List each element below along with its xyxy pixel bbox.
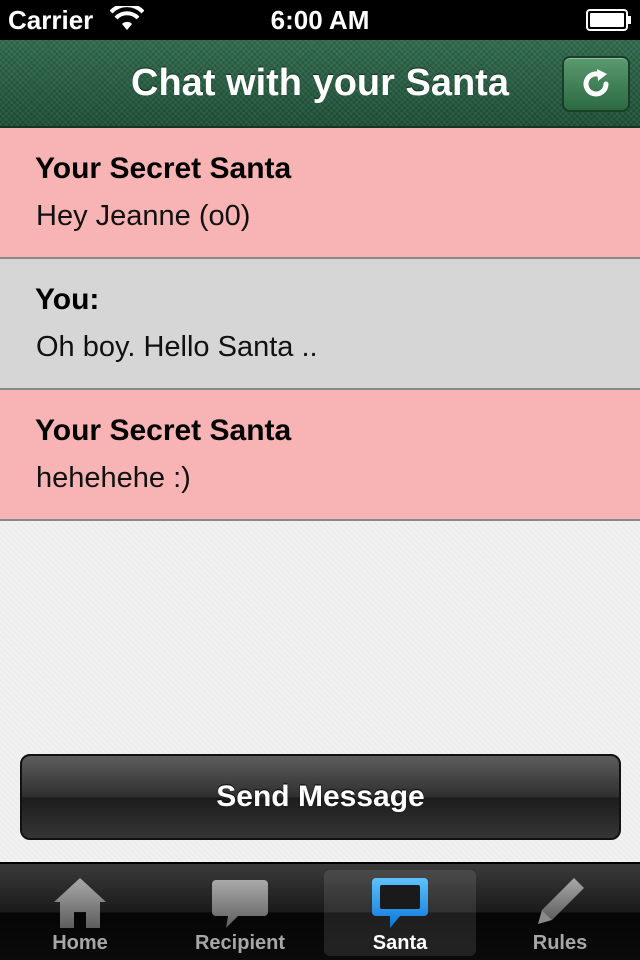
message-sender: You: (35, 283, 100, 316)
navigation-bar: Chat with your Santa (0, 40, 640, 128)
tab-label: Santa (372, 932, 428, 954)
message-text: Hey Jeanne (o0) (36, 200, 251, 232)
tab-bar: Home Recipient Santa Rules (0, 862, 640, 960)
chat-area: Your Secret Santa Hey Jeanne (o0) You: O… (0, 128, 640, 862)
pencil-icon (538, 878, 584, 924)
chat-message-me: You: Oh boy. Hello Santa .. (0, 259, 640, 390)
tab-santa[interactable]: Santa (324, 870, 476, 956)
tab-label: Rules (532, 932, 588, 954)
refresh-button[interactable] (562, 56, 630, 112)
battery-icon (586, 9, 631, 31)
status-time: 6:00 AM (270, 5, 370, 35)
chat-message-santa: Your Secret Santa hehehehe :) (0, 390, 640, 521)
page-title: Chat with your Santa (131, 62, 509, 104)
tab-home[interactable]: Home (4, 870, 156, 956)
send-message-button[interactable]: Send Message (20, 754, 621, 840)
speech-bubble-icon (212, 880, 268, 928)
message-sender: Your Secret Santa (35, 414, 292, 447)
chat-bubble-icon (372, 878, 428, 928)
tab-label: Recipient (194, 932, 286, 954)
tab-rules[interactable]: Rules (484, 870, 636, 956)
refresh-icon (583, 69, 609, 97)
home-icon (54, 878, 106, 928)
status-bar: Carrier 6:00 AM (0, 0, 640, 40)
tab-recipient[interactable]: Recipient (164, 870, 316, 956)
tab-label: Home (52, 932, 108, 954)
message-text: hehehehe :) (36, 462, 191, 494)
chat-message-santa: Your Secret Santa Hey Jeanne (o0) (0, 128, 640, 259)
message-text: Oh boy. Hello Santa .. (36, 331, 318, 363)
message-sender: Your Secret Santa (35, 152, 292, 185)
